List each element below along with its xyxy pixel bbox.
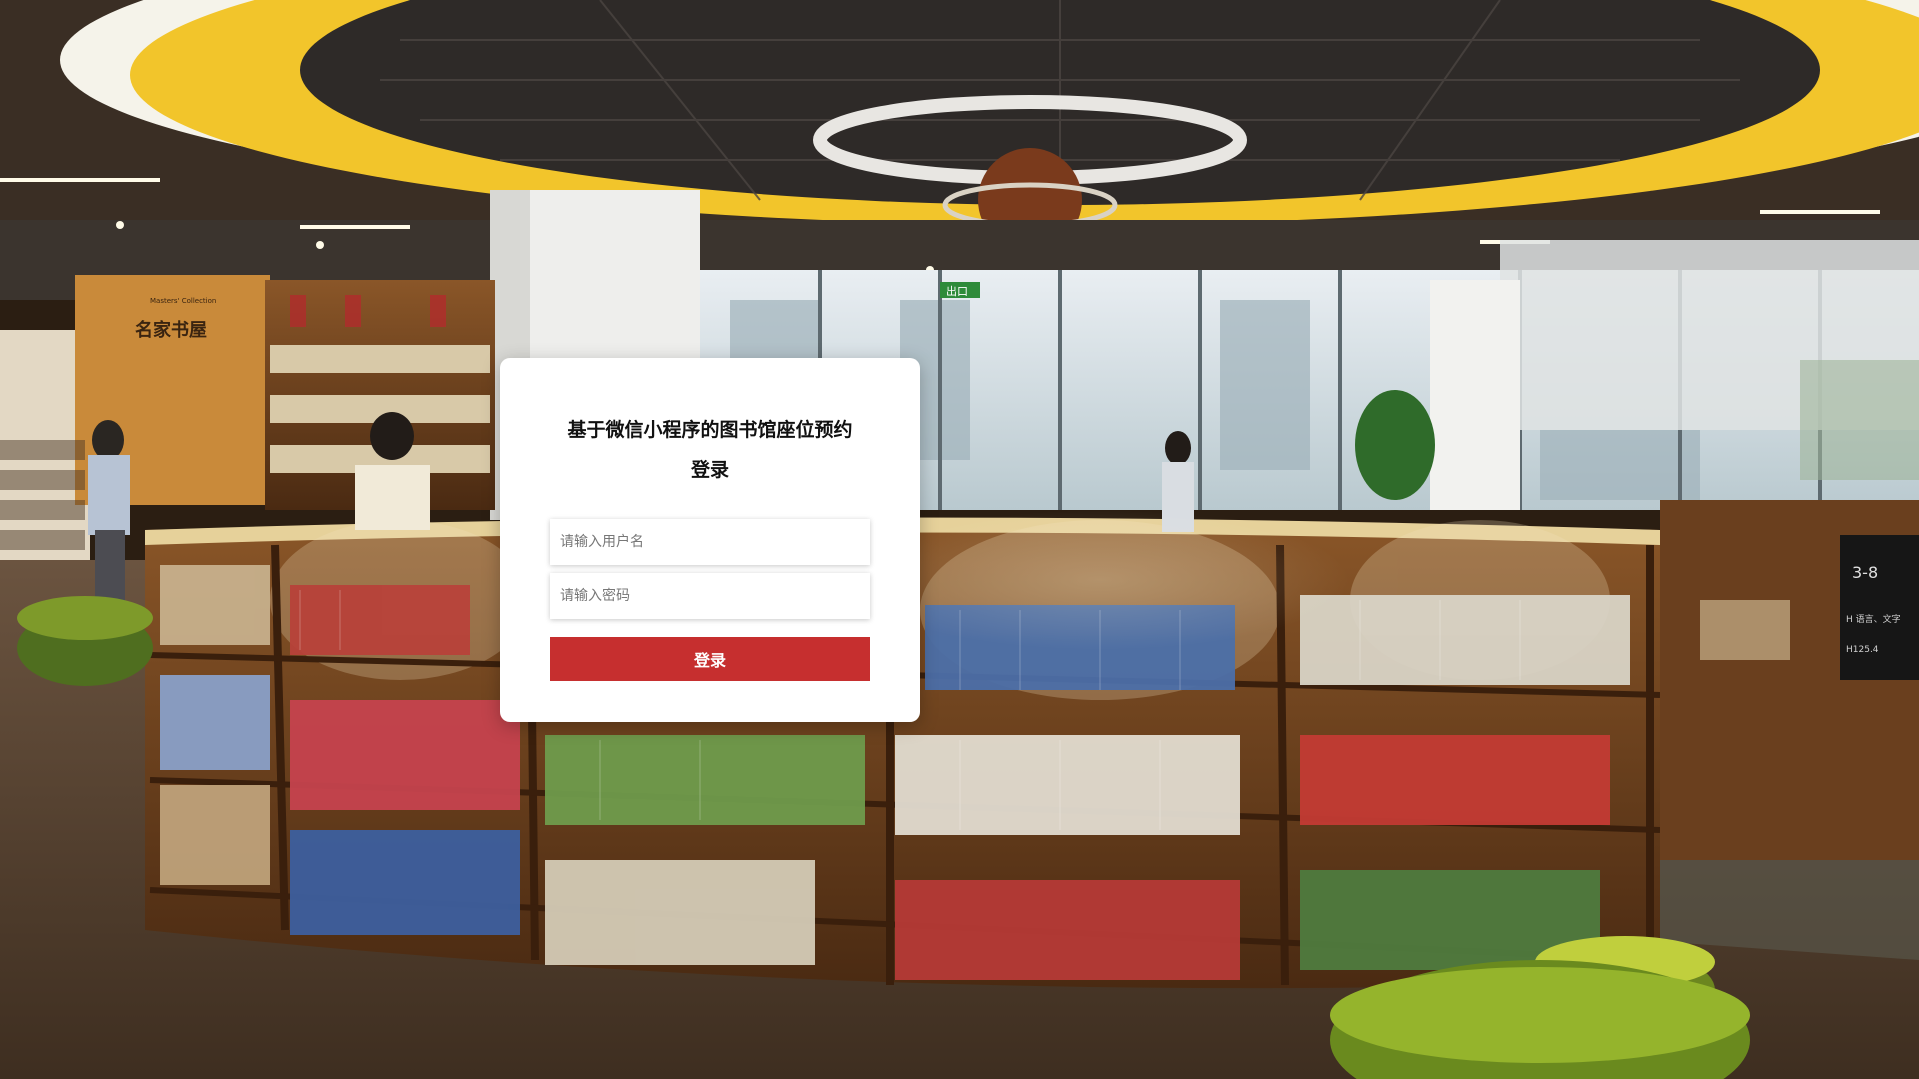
sign-title: 名家书屋 [135,319,207,341]
shelf-call-no: H125.4 [1846,645,1879,655]
shelf-category: H 语言、文字 [1846,613,1901,625]
login-card: 基于微信小程序的图书馆座位预约登录 登录 [500,358,920,722]
username-input[interactable] [550,519,870,565]
page-title: 基于微信小程序的图书馆座位预约登录 [567,419,853,481]
exit-sign: 出口 [946,284,968,298]
background-photo: Masters' Collection 名家书屋 出口 3-8 H 语言、文字 … [0,0,1919,1079]
login-button[interactable]: 登录 [550,637,870,681]
password-input[interactable] [550,573,870,619]
sign-collection: Masters' Collection [150,297,216,305]
shelf-code: 3-8 [1852,563,1878,582]
